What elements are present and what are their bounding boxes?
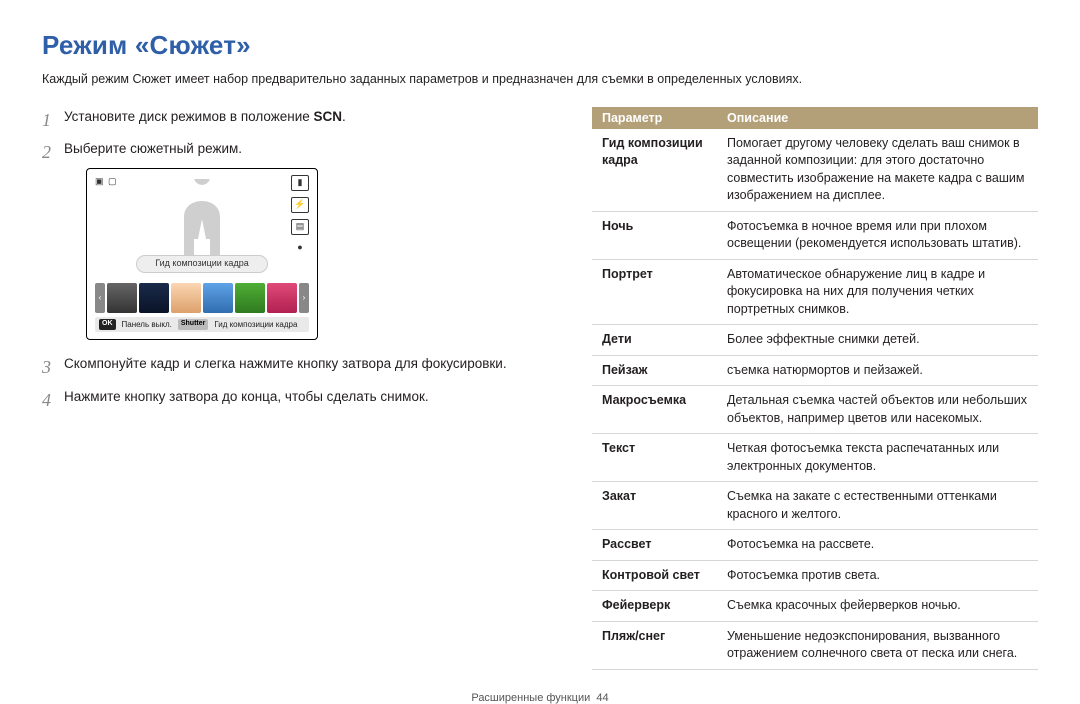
table-row: Контровой светФотосъемка против света. [592,560,1038,591]
guide-label: Гид композиции кадра [136,255,268,273]
thumb-next-button[interactable]: › [299,283,309,313]
table-row: ДетиБолее эффектные снимки детей. [592,325,1038,356]
param-name: Пляж/снег [592,621,717,669]
shutter-chip: Shutter [178,319,209,330]
thumbnail-strip: ‹ › [95,283,309,313]
page-footer: Расширенные функции 44 [42,692,1038,704]
step-3: Скомпонуйте кадр и слегка нажмите кнопку… [42,354,552,375]
param-desc: Фотосъемка на рассвете. [717,530,1038,561]
lead-text: Каждый режим Сюжет имеет набор предварит… [42,71,1038,89]
param-desc: Фотосъемка против света. [717,560,1038,591]
step-2-text: Выберите сюжетный режим. [64,141,242,156]
params-table: Параметр Описание Гид композиции кадраПо… [592,107,1038,670]
param-name: Контровой свет [592,560,717,591]
th-param: Параметр [592,107,717,129]
photo-icon: ▢ [108,176,118,186]
thumb-4[interactable] [203,283,233,313]
ok-chip: OK [99,319,116,330]
thumb-6[interactable] [267,283,297,313]
table-row: РассветФотосъемка на рассвете. [592,530,1038,561]
param-name: Гид композиции кадра [592,129,717,212]
left-column: Установите диск режимов в положение SCN.… [42,107,552,421]
table-row: ФейерверкСъемка красочных фейерверков но… [592,591,1038,622]
param-desc: съемка натюрмортов и пейзажей. [717,355,1038,386]
table-row: НочьФотосъемка в ночное время или при пл… [592,211,1038,259]
step-4: Нажмите кнопку затвора до конца, чтобы с… [42,387,552,408]
thumbnails [107,283,297,313]
param-desc: Уменьшение недоэкспонирования, вызванног… [717,621,1038,669]
footer-label: Расширенные функции [471,692,590,704]
thumb-1[interactable] [107,283,137,313]
two-columns: Установите диск режимов в положение SCN.… [42,107,1038,670]
size-icon: ▤ [291,219,309,235]
ok-chip-label: Панель выкл. [122,319,172,331]
camera-screen: ▣ ▢ ▮ ⚡ ▤ ● [86,168,318,340]
param-name: Пейзаж [592,355,717,386]
step-1: Установите диск режимов в положение SCN. [42,107,552,128]
step-1-text-pre: Установите диск режимов в положение [64,109,314,124]
table-row: МакросъемкаДетальная съемка частей объек… [592,386,1038,434]
param-desc: Съемка на закате с естественными оттенка… [717,482,1038,530]
steps-list: Установите диск режимов в положение SCN.… [42,107,552,409]
param-name: Макросъемка [592,386,717,434]
guide-silhouette-icon [142,179,262,257]
param-desc: Автоматическое обнаружение лиц в кадре и… [717,259,1038,325]
param-name: Рассвет [592,530,717,561]
table-row: Гид композиции кадраПомогает другому чел… [592,129,1038,212]
table-row: ПортретАвтоматическое обнаружение лиц в … [592,259,1038,325]
thumb-2[interactable] [139,283,169,313]
page: Режим «Сюжет» Каждый режим Сюжет имеет н… [0,0,1080,704]
param-desc: Фотосъемка в ночное время или при плохом… [717,211,1038,259]
thumb-5[interactable] [235,283,265,313]
param-name: Ночь [592,211,717,259]
table-row: ТекстЧеткая фотосъемка текста распечатан… [592,434,1038,482]
thumb-3[interactable] [171,283,201,313]
mode-icon: ▣ [95,176,105,186]
storage-icon: ● [292,241,308,255]
right-column: Параметр Описание Гид композиции кадраПо… [592,107,1038,670]
shutter-chip-label: Гид композиции кадра [214,319,297,331]
footer-page: 44 [596,692,608,704]
screen-right-icons: ▮ ⚡ ▤ ● [291,175,309,255]
battery-icon: ▮ [291,175,309,191]
table-row: ЗакатСъемка на закате с естественными от… [592,482,1038,530]
param-desc: Более эффектные снимки детей. [717,325,1038,356]
screen-top-left-icons: ▣ ▢ [95,175,118,189]
flash-icon: ⚡ [291,197,309,213]
params-tbody: Гид композиции кадраПомогает другому чел… [592,129,1038,670]
param-desc: Съемка красочных фейерверков ночью. [717,591,1038,622]
step-1-text-post: . [342,109,346,124]
scn-icon: SCN [314,109,343,124]
param-name: Закат [592,482,717,530]
th-desc: Описание [717,107,1038,129]
param-name: Фейерверк [592,591,717,622]
param-desc: Помогает другому человеку сделать ваш сн… [717,129,1038,212]
page-title: Режим «Сюжет» [42,30,1038,61]
param-name: Текст [592,434,717,482]
screen-bottom-bar: OK Панель выкл. Shutter Гид композиции к… [95,317,309,332]
table-row: Пляж/снегУменьшение недоэкспонирования, … [592,621,1038,669]
thumb-prev-button[interactable]: ‹ [95,283,105,313]
step-2: Выберите сюжетный режим. ▣ ▢ ▮ ⚡ ▤ [42,139,552,340]
param-desc: Детальная съемка частей объектов или неб… [717,386,1038,434]
param-name: Дети [592,325,717,356]
table-row: Пейзажсъемка натюрмортов и пейзажей. [592,355,1038,386]
param-name: Портрет [592,259,717,325]
step-3-text: Скомпонуйте кадр и слегка нажмите кнопку… [64,356,507,371]
param-desc: Четкая фотосъемка текста распечатанных и… [717,434,1038,482]
step-4-text: Нажмите кнопку затвора до конца, чтобы с… [64,389,429,404]
